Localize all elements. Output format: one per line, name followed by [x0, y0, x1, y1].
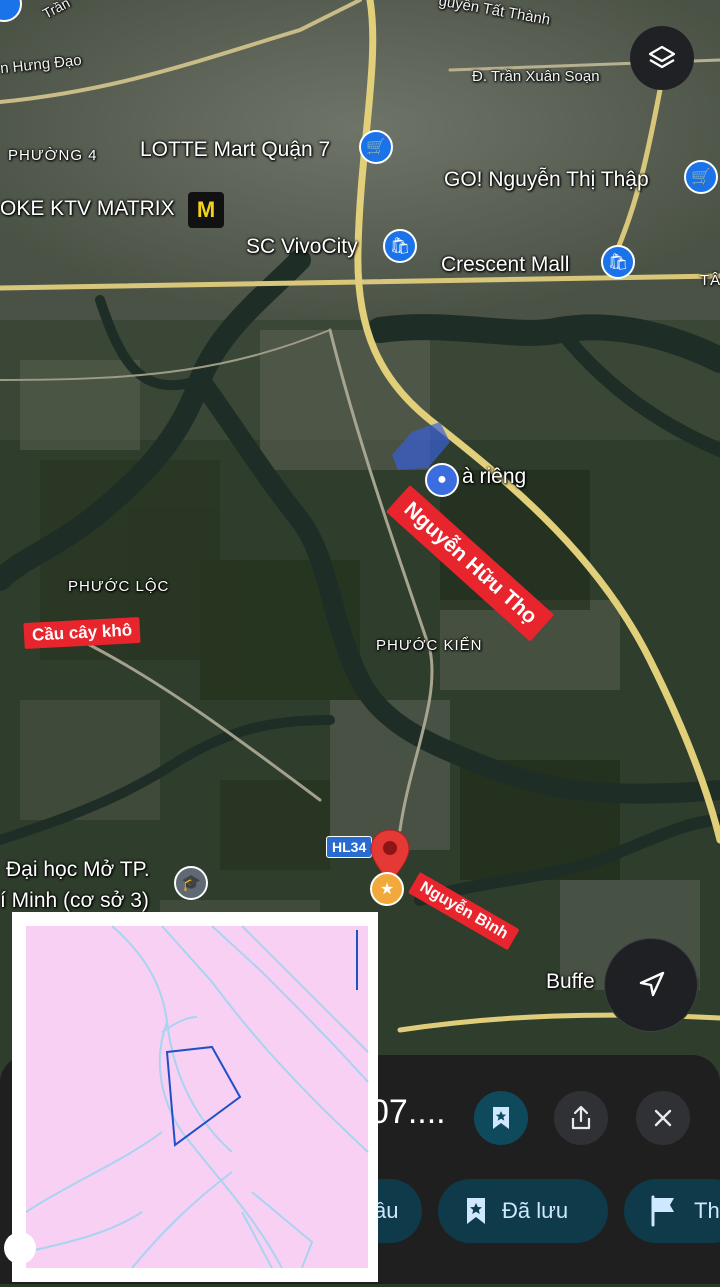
cadastral-inset-drawing: [25, 925, 369, 1269]
route-shield-hl34: HL34: [326, 836, 373, 858]
poi-lotte-mart[interactable]: LOTTE Mart Quận 7: [140, 138, 330, 162]
graduation-cap-icon[interactable]: 🎓: [174, 866, 208, 900]
restaurant-icon[interactable]: ★: [370, 872, 404, 906]
cadastral-inset-map: [4, 912, 378, 1282]
share-icon: [571, 1105, 591, 1130]
bookmark-star-icon: [467, 1198, 485, 1224]
save-button[interactable]: [474, 1091, 528, 1145]
share-button[interactable]: [554, 1091, 608, 1145]
area-label-phuoc-loc: PHƯỚC LỘC: [68, 578, 170, 595]
road-label-tran-xuan-soan: Đ. Trần Xuân Soạn: [472, 68, 600, 85]
navigation-arrow-icon: [639, 971, 665, 997]
chip-more-label: Th: [694, 1198, 720, 1223]
shopping-bag-icon[interactable]: 🛍: [601, 245, 635, 279]
close-button[interactable]: [636, 1091, 690, 1145]
area-label-phuoc-kien: PHƯỚC KIỂN: [376, 637, 483, 654]
flag-icon: [651, 1195, 674, 1227]
layers-button[interactable]: [630, 26, 694, 90]
poi-dai-hoc-mo-line1[interactable]: Đại học Mở TP.: [6, 858, 150, 882]
close-icon: [654, 1109, 672, 1127]
area-label-ta: TÂ: [700, 272, 720, 289]
chip-more[interactable]: Th: [624, 1179, 720, 1243]
navigate-button[interactable]: [604, 938, 698, 1032]
inset-corner-dot: [4, 1232, 36, 1264]
shopping-cart-icon[interactable]: 🛒: [684, 160, 718, 194]
chip-saved-label: Đã lưu: [502, 1198, 569, 1223]
poi-buffet[interactable]: Buffe: [546, 970, 595, 994]
poi-dai-hoc-mo-line2[interactable]: í Minh (cơ sở 3): [0, 889, 149, 913]
poi-karaoke-matrix[interactable]: OKE KTV MATRIX: [0, 197, 175, 221]
poi-rieng[interactable]: à riêng: [462, 465, 526, 489]
place-title: 07....: [370, 1093, 446, 1131]
poi-blue-icon[interactable]: ●: [425, 463, 459, 497]
poi-crescent-mall[interactable]: Crescent Mall: [441, 253, 569, 277]
shopping-cart-icon[interactable]: 🛒: [359, 130, 393, 164]
poi-go-nguyen-thi-thap[interactable]: GO! Nguyễn Thị Thập: [444, 168, 649, 192]
layers-icon: [648, 45, 676, 69]
karaoke-logo-icon[interactable]: M: [188, 192, 224, 228]
chip-saved[interactable]: Đã lưu: [438, 1179, 608, 1243]
area-label-phuong-4: PHƯỜNG 4: [8, 147, 98, 164]
shopping-bag-icon[interactable]: 🛍: [383, 229, 417, 263]
bookmark-star-icon: [493, 1107, 509, 1129]
poi-sc-vivocity[interactable]: SC VivoCity: [246, 235, 358, 259]
